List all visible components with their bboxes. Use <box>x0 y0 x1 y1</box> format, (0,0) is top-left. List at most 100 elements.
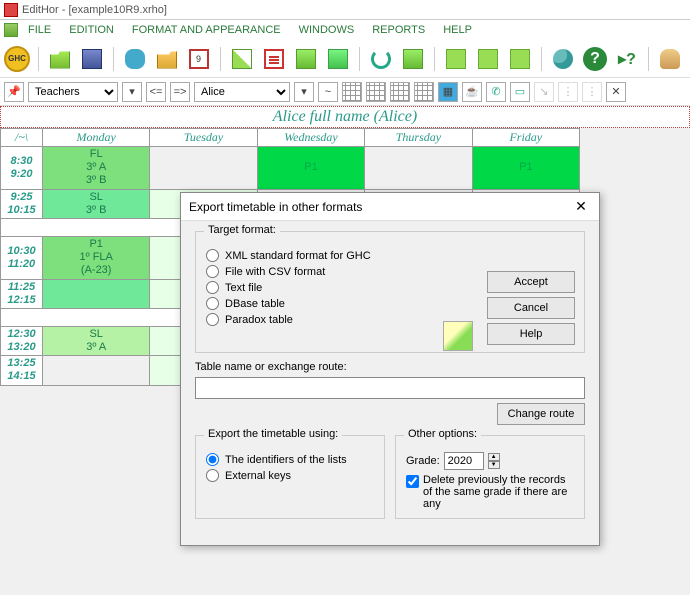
dialog-titlebar: Export timetable in other formats ✕ <box>181 193 599 221</box>
people-button[interactable] <box>550 46 576 72</box>
day-fri: Friday <box>473 129 580 147</box>
menu-windows[interactable]: WINDOWS <box>291 22 363 38</box>
target-format-legend: Target format: <box>204 224 280 236</box>
dialog-title: Export timetable in other formats <box>189 200 362 214</box>
radio-text[interactable] <box>206 281 219 294</box>
day-tue: Tuesday <box>150 129 257 147</box>
anchor-button[interactable]: 📌 <box>4 82 24 102</box>
cell-r0c1[interactable] <box>150 147 257 190</box>
cell-r0c0[interactable]: FL3º A3º B <box>43 147 150 190</box>
app-title: EditHor - [example10R9.xrho] <box>22 4 167 16</box>
menu-reports[interactable]: REPORTS <box>364 22 433 38</box>
cell-r0c2[interactable]: P1 <box>258 147 365 190</box>
day-mon: Monday <box>43 129 150 147</box>
radio-csv[interactable] <box>206 265 219 278</box>
menu-edition[interactable]: EDITION <box>61 22 122 38</box>
titlebar: EditHor - [example10R9.xrho] <box>0 0 690 20</box>
radio-identifiers[interactable] <box>206 453 219 466</box>
dis2-button: ⋮ <box>558 82 578 102</box>
cell-r5c0[interactable] <box>43 356 150 385</box>
type-select[interactable]: Teachers <box>28 82 118 102</box>
ghc-button[interactable]: GHC <box>4 46 30 72</box>
radio-external[interactable] <box>206 469 219 482</box>
user-button[interactable] <box>657 46 683 72</box>
tt-corner: /~\ <box>1 129 43 147</box>
cell-r1c0[interactable]: SL3º B <box>43 190 150 219</box>
time-1: 9:2510:15 <box>1 190 43 219</box>
menu-format[interactable]: FORMAT AND APPEARANCE <box>124 22 289 38</box>
cell-r3c0[interactable] <box>43 280 150 309</box>
radio-paradox[interactable] <box>206 313 219 326</box>
export-dialog: Export timetable in other formats ✕ Acce… <box>180 192 600 546</box>
prev-button[interactable]: <= <box>146 82 166 102</box>
view1-button[interactable] <box>342 82 362 102</box>
time-4: 12:3013:20 <box>1 327 43 356</box>
route-input[interactable] <box>195 377 585 399</box>
time-2: 10:3011:20 <box>1 237 43 280</box>
name-dropdown-button[interactable]: ▾ <box>294 82 314 102</box>
app-icon <box>4 3 18 17</box>
menu-icon <box>4 23 18 37</box>
type-dropdown-button[interactable]: ▾ <box>122 82 142 102</box>
menu-help[interactable]: HELP <box>435 22 480 38</box>
tilde-button[interactable]: ~ <box>318 82 338 102</box>
change-route-button[interactable]: Change route <box>497 403 585 425</box>
view5-button[interactable]: ▦ <box>438 82 458 102</box>
close-icon[interactable]: ✕ <box>571 197 591 217</box>
cell-r0c3[interactable] <box>365 147 472 190</box>
view3-button[interactable] <box>390 82 410 102</box>
day-thu: Thursday <box>365 129 472 147</box>
name-select[interactable]: Alice <box>194 82 290 102</box>
grade-input[interactable] <box>444 452 484 470</box>
time-3: 11:2512:15 <box>1 280 43 309</box>
export1-button[interactable] <box>293 46 319 72</box>
card-button[interactable]: ▭ <box>510 82 530 102</box>
grade-down-button[interactable]: ▼ <box>488 461 500 469</box>
grade-label: Grade: <box>406 455 440 467</box>
route-label: Table name or exchange route: <box>195 361 585 373</box>
ghc-folder-button[interactable]: GHC <box>47 46 73 72</box>
selector-bar: 📌 Teachers ▾ <= => Alice ▾ ~ ▦ ☕ ✆ ▭ ↘ ⋮… <box>0 78 690 106</box>
cloud-button[interactable] <box>122 46 148 72</box>
radio-paradox-label: Paradox table <box>225 314 293 326</box>
dis3-button: ⋮ <box>582 82 602 102</box>
grade-up-button[interactable]: ▲ <box>488 453 500 461</box>
tool4-button[interactable] <box>507 46 533 72</box>
cell-r0c4[interactable]: P1 <box>473 147 580 190</box>
delete-label: Delete previously the records of the sam… <box>423 474 574 510</box>
next-help-button[interactable]: ▸? <box>614 46 640 72</box>
delete-checkbox[interactable] <box>406 475 419 488</box>
chart-button[interactable] <box>229 46 255 72</box>
open-button[interactable] <box>154 46 180 72</box>
help-button[interactable]: ? <box>582 46 608 72</box>
time-5: 13:2514:15 <box>1 356 43 385</box>
radio-external-label: External keys <box>225 470 291 482</box>
full-name-bar: Alice full name (Alice) <box>0 106 690 128</box>
day-wed: Wednesday <box>258 129 365 147</box>
coffee-button[interactable]: ☕ <box>462 82 482 102</box>
time-0: 8:309:20 <box>1 147 43 190</box>
cell-r2c0[interactable]: P11º FLA(A-23) <box>43 237 150 280</box>
radio-text-label: Text file <box>225 282 262 294</box>
tool1-button[interactable] <box>400 46 426 72</box>
other-options-legend: Other options: <box>404 428 481 440</box>
tool3-button[interactable] <box>475 46 501 72</box>
next-button[interactable]: => <box>170 82 190 102</box>
phone-button[interactable]: ✆ <box>486 82 506 102</box>
save-button[interactable] <box>79 46 105 72</box>
tool2-button[interactable] <box>443 46 469 72</box>
radio-identifiers-label: The identifiers of the lists <box>225 454 347 466</box>
refresh-button[interactable] <box>368 46 394 72</box>
radio-csv-label: File with CSV format <box>225 266 325 278</box>
view2-button[interactable] <box>366 82 386 102</box>
radio-dbase-label: DBase table <box>225 298 285 310</box>
export2-button[interactable] <box>325 46 351 72</box>
radio-dbase[interactable] <box>206 297 219 310</box>
view4-button[interactable] <box>414 82 434 102</box>
close-view-button[interactable]: ✕ <box>606 82 626 102</box>
menu-file[interactable]: FILE <box>20 22 59 38</box>
radio-xml[interactable] <box>206 249 219 262</box>
cell-r4c0[interactable]: SL3º A <box>43 327 150 356</box>
pdf-button[interactable] <box>261 46 287 72</box>
calendar-button[interactable] <box>186 46 212 72</box>
